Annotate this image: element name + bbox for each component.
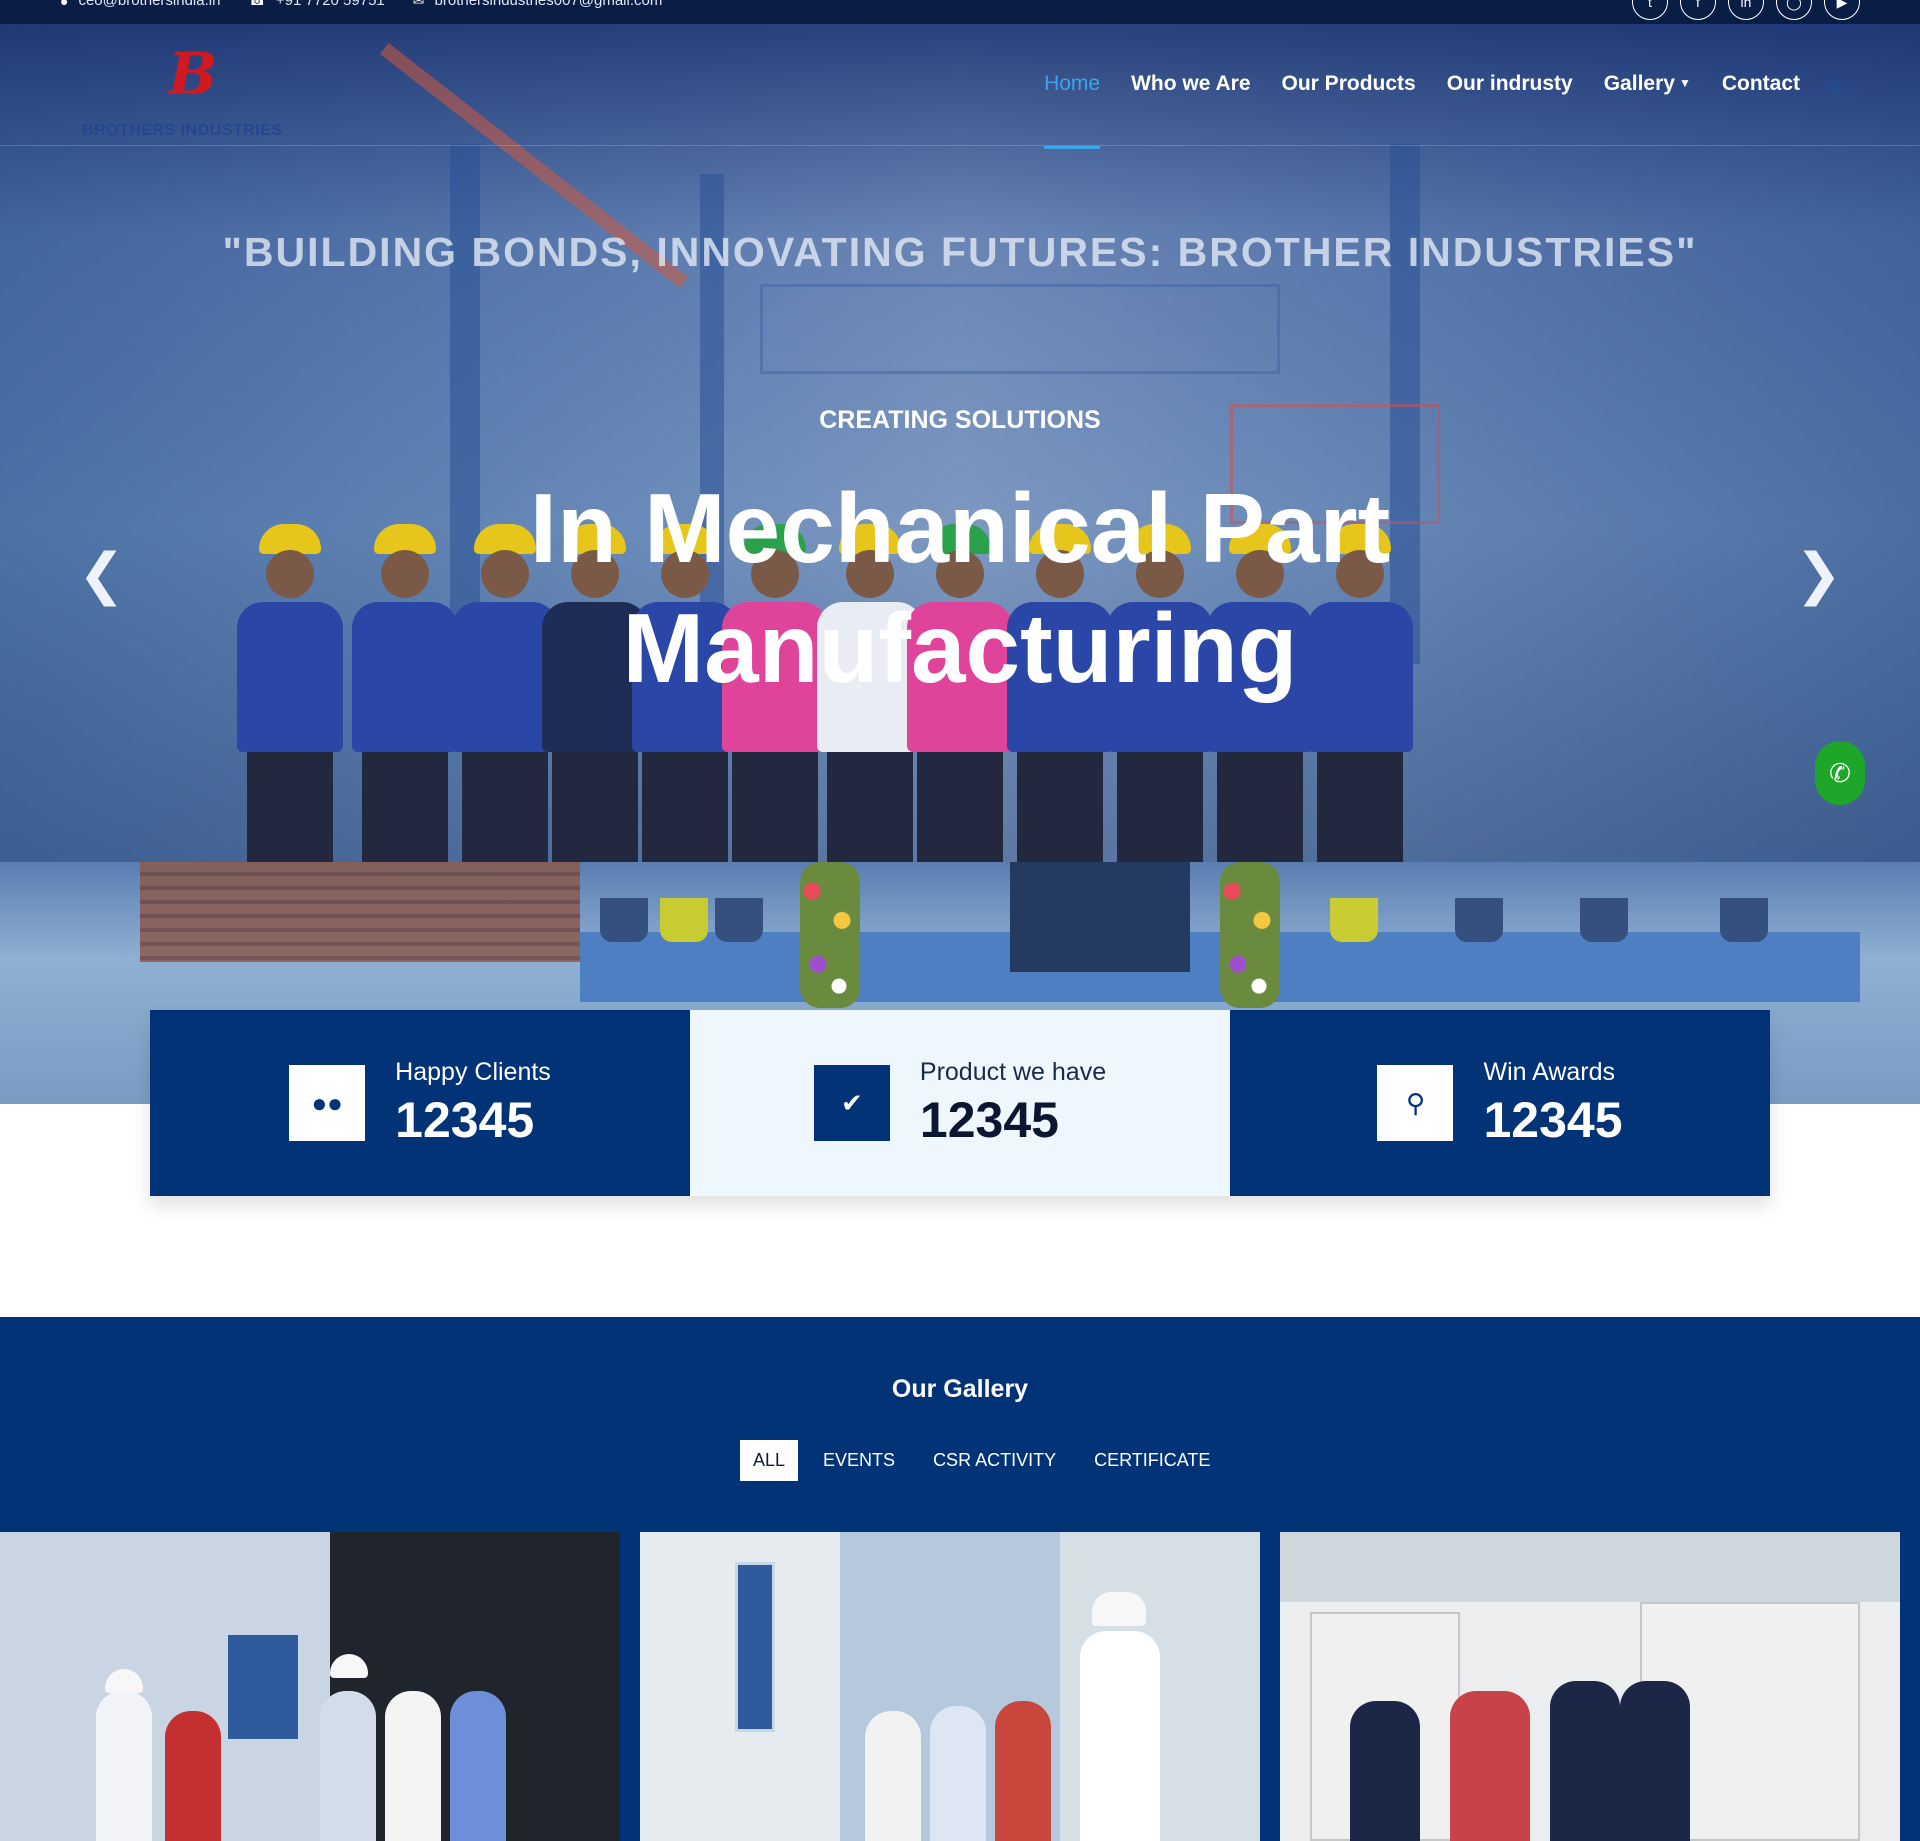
contact-email-primary[interactable]: ● ceo@brothersindia.in <box>60 0 220 9</box>
email-secondary-text: brothersindustries007@gmail.com <box>434 0 663 9</box>
logo-mark: B <box>168 40 218 108</box>
users-icon: ●● <box>289 1065 366 1141</box>
person <box>1620 1681 1690 1841</box>
counter-label: Product we have <box>919 1057 1107 1086</box>
youtube-icon[interactable]: ▶ <box>1824 0 1860 20</box>
counter-value: 12345 <box>919 1091 1059 1148</box>
nav-home[interactable]: Home <box>1044 72 1101 149</box>
facebook-icon[interactable]: f <box>1680 0 1716 20</box>
inauguration-plaque <box>225 1632 301 1742</box>
counter-value: 12345 <box>395 1091 535 1148</box>
top-contact-bar: ● ceo@brothersindia.in ☎ +91 7720 59751 ✉ b… <box>0 0 1920 24</box>
plant-pot <box>715 898 763 942</box>
contact-info: ● ceo@brothersindia.in ☎ +91 7720 59751 ✉ b… <box>60 0 662 9</box>
counter-products: ✔ Product we have 12345 <box>690 1010 1230 1196</box>
flower-garland <box>800 862 860 1008</box>
counter-happy-clients: ●● Happy Clients 12345 <box>150 1010 690 1196</box>
counter-awards: ⚲ Win Awards 12345 <box>1230 1010 1770 1196</box>
roof-truss <box>760 284 1280 374</box>
email-primary-text: ceo@brothersindia.in <box>78 0 221 9</box>
plant-pot <box>600 898 648 942</box>
instagram-icon[interactable]: ◯ <box>1776 0 1812 20</box>
counter-value: 12345 <box>1483 1091 1623 1148</box>
gallery-image[interactable] <box>0 1532 620 1841</box>
brick-wall <box>140 862 580 962</box>
plant-pot <box>1330 898 1378 942</box>
flower-garland <box>1220 862 1280 1008</box>
gallery-image[interactable] <box>1280 1532 1900 1841</box>
nav-our-industry[interactable]: Our indrusty <box>1447 72 1573 96</box>
person <box>385 1691 441 1841</box>
counter-label: Happy Clients <box>395 1057 551 1086</box>
search-icon[interactable]: ⚲ <box>1826 76 1848 100</box>
envelope-icon: ✉ <box>412 0 425 8</box>
filter-certificate[interactable]: CERTIFICATE <box>1081 1440 1223 1481</box>
company-board <box>735 1562 775 1732</box>
nav-who-we-are[interactable]: Who we Are <box>1131 72 1250 96</box>
nav-gallery-dropdown[interactable]: Gallery ▼ <box>1604 72 1691 96</box>
check-icon: ✔ <box>813 1065 890 1141</box>
phone-text: +91 7720 59751 <box>275 0 385 9</box>
entrance-door <box>1010 862 1190 972</box>
whatsapp-icon[interactable]: ✆ <box>1815 741 1865 805</box>
hero-headline: In Mechanical Part Manufacturing <box>0 468 1920 708</box>
chevron-right-icon[interactable]: ❯ <box>1795 542 1842 607</box>
brand-logo[interactable]: B BROTHERS INDUSTRIES <box>82 40 312 140</box>
hero-headline-line2: Manufacturing <box>622 593 1298 703</box>
chevron-down-icon: ▼ <box>1678 76 1691 90</box>
contact-phone[interactable]: ☎ +91 7720 59751 <box>248 0 384 9</box>
gallery-filters: ALL EVENTS CSR ACTIVITY CERTIFICATE <box>740 1440 1223 1481</box>
person <box>450 1691 506 1841</box>
main-nav: Home Who we Are Our Products Our indrust… <box>1044 72 1800 149</box>
hero-tagline: "BUILDING BONDS, INNOVATING FUTURES: BRO… <box>222 229 1698 275</box>
filter-csr-activity[interactable]: CSR ACTIVITY <box>920 1440 1069 1481</box>
person <box>96 1691 152 1841</box>
person <box>320 1691 376 1841</box>
person <box>1350 1701 1420 1841</box>
counter-label: Win Awards <box>1483 1057 1615 1086</box>
filter-events[interactable]: EVENTS <box>810 1440 908 1481</box>
site-header: B BROTHERS INDUSTRIES Home Who we Are Ou… <box>0 24 1920 149</box>
plant-pot <box>1720 898 1768 942</box>
person <box>1080 1631 1160 1841</box>
hero-slider: B BROTHERS INDUSTRIES Home Who we Are Ou… <box>0 24 1920 862</box>
filter-all[interactable]: ALL <box>740 1440 799 1481</box>
person <box>930 1706 986 1841</box>
plant-pot <box>660 898 708 942</box>
plant-pot <box>1455 898 1503 942</box>
linkedin-icon[interactable]: in <box>1728 0 1764 20</box>
person <box>1550 1681 1620 1841</box>
gallery-section: Our Gallery ALL EVENTS CSR ACTIVITY CERT… <box>0 1317 1920 1841</box>
person <box>165 1711 221 1841</box>
twitter-icon[interactable]: t <box>1632 0 1668 20</box>
social-links: t f in ◯ ▶ <box>1632 0 1860 20</box>
nav-contact[interactable]: Contact <box>1722 72 1800 96</box>
plant-pot <box>1580 898 1628 942</box>
person <box>1450 1691 1530 1841</box>
chevron-left-icon[interactable]: ❮ <box>78 542 125 607</box>
logo-name: BROTHERS INDUSTRIES <box>82 122 283 139</box>
stats-counters: ●● Happy Clients 12345 ✔ Product we have… <box>150 1010 1770 1196</box>
hero-headline-line1: In Mechanical Part <box>529 473 1391 583</box>
award-icon: ⚲ <box>1377 1065 1454 1141</box>
gallery-grid <box>0 1532 1920 1841</box>
contact-email-secondary[interactable]: ✉ brothersindustries007@gmail.com <box>413 0 663 9</box>
person <box>865 1711 921 1841</box>
gallery-title: Our Gallery <box>891 1375 1029 1403</box>
hero-subtitle: CREATING SOLUTIONS <box>819 406 1101 434</box>
phone-icon: ☎ <box>248 0 266 8</box>
gallery-image[interactable] <box>640 1532 1260 1841</box>
nav-our-products[interactable]: Our Products <box>1282 72 1416 96</box>
person <box>995 1701 1051 1841</box>
location-pin-icon: ● <box>60 0 69 9</box>
nav-gallery-label: Gallery <box>1603 72 1675 95</box>
